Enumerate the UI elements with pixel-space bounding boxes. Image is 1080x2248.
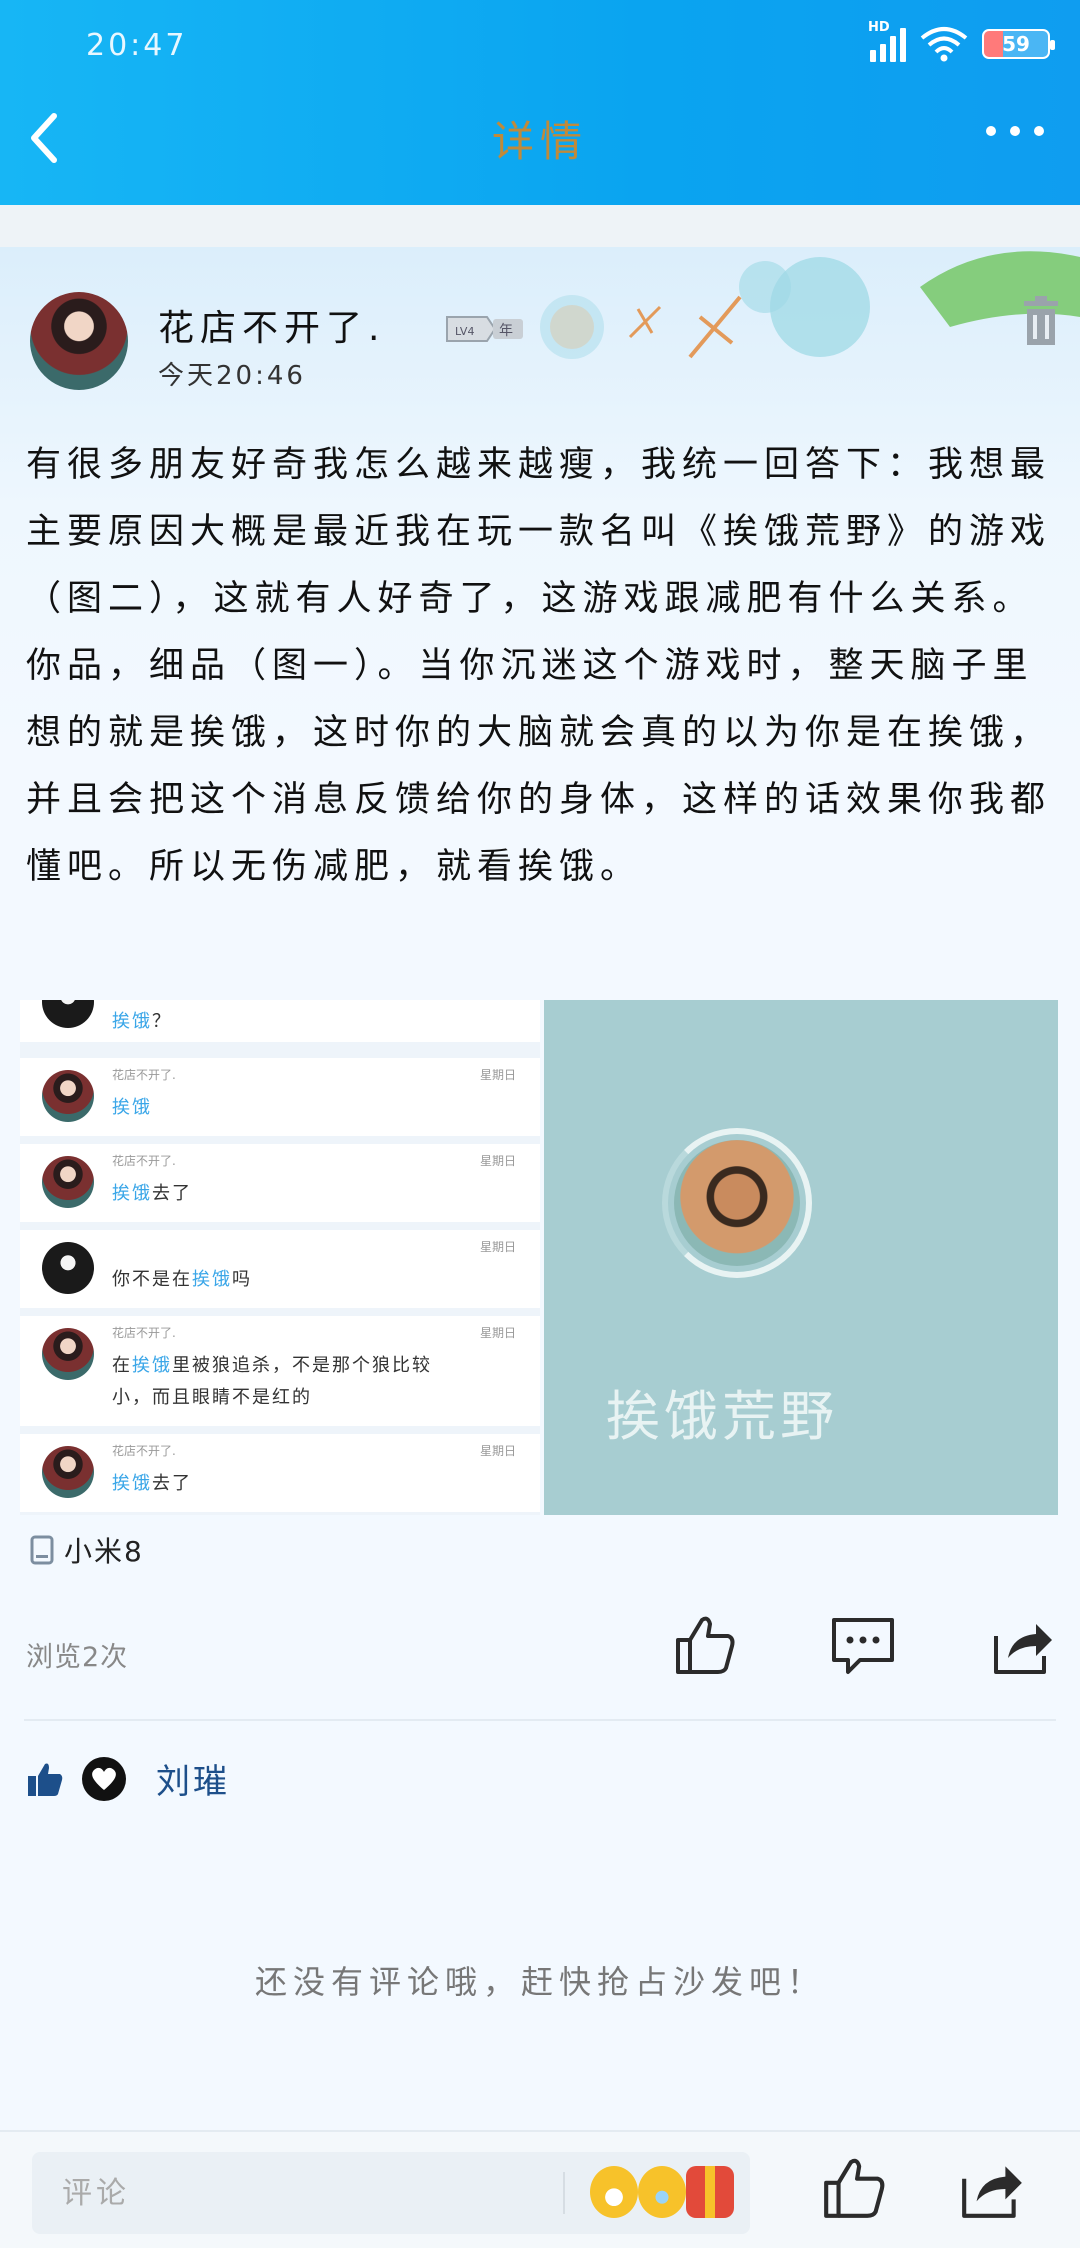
comment-button[interactable]	[830, 1612, 896, 1678]
chat-date: 星期日	[479, 1444, 516, 1458]
chat-date: 星期日	[479, 1240, 516, 1254]
chat-avatar	[42, 1070, 94, 1122]
top-bar: 20:47 HD 59 详情	[0, 0, 1080, 205]
share-button[interactable]	[990, 1612, 1056, 1678]
status-icons: HD 59	[868, 20, 1055, 62]
chat-text-suffix: 去了	[152, 1473, 192, 1494]
chat-text-suffix: 去了	[152, 1183, 192, 1204]
chat-text-suffix: ？	[152, 1011, 172, 1032]
wifi-icon	[920, 27, 968, 62]
chat-avatar	[42, 1000, 94, 1028]
phone-icon	[30, 1535, 54, 1565]
liker-avatar[interactable]	[82, 1756, 126, 1801]
chat-highlight: 挨饿	[112, 1097, 152, 1118]
network-type: HD	[868, 20, 890, 35]
gift-emoji-icon	[686, 2166, 734, 2218]
game-ring	[662, 1128, 812, 1278]
bottom-like-button[interactable]	[820, 2154, 888, 2222]
chat-highlight: 挨饿	[112, 1473, 152, 1494]
view-count: 浏览2次	[26, 1642, 129, 1673]
page-title: 详情	[491, 117, 588, 166]
level-suffix: 年	[499, 323, 513, 339]
chat-date: 星期日	[479, 1154, 516, 1168]
chat-highlight: 挨饿	[192, 1269, 232, 1290]
chat-highlight: 挨饿	[132, 1355, 172, 1376]
battery-icon: 59	[982, 29, 1055, 59]
chat-avatar	[42, 1156, 94, 1208]
chat-row: 花店不开了. 星期日 在挨饿里被狼追杀，不是那个狼比较 小，而且眼睛不是红的	[20, 1316, 540, 1426]
laugh-cry-emoji-icon	[638, 2166, 686, 2218]
level-text: LV4	[455, 325, 474, 338]
chat-highlight: 挨饿	[112, 1011, 152, 1032]
chat-row: 花店不开了. 星期日 挨饿	[20, 1058, 540, 1136]
chat-date: 星期日	[479, 1068, 516, 1082]
liker-name[interactable]: 刘璀	[156, 1754, 230, 1803]
like-icon	[28, 1763, 63, 1796]
author-avatar[interactable]	[30, 292, 128, 390]
separator-band	[0, 205, 1080, 247]
chat-avatar	[42, 1242, 94, 1294]
chat-row: 星期日 你不是在挨饿吗	[20, 1230, 540, 1308]
chat-meta: 花店不开了.	[112, 1326, 176, 1340]
chat-text-line2: 小，而且眼睛不是红的	[112, 1387, 312, 1408]
chat-meta: 花店不开了.	[112, 1154, 176, 1168]
grin-emoji-icon	[590, 2166, 638, 2218]
status-time: 20:47	[86, 28, 188, 63]
like-button[interactable]	[672, 1612, 738, 1678]
device-label: 小米8	[64, 1535, 144, 1568]
chat-meta: 花店不开了.	[112, 1444, 176, 1458]
empty-comments-text: 还没有评论哦，赶快抢占沙发吧！	[254, 1963, 825, 2001]
author-name[interactable]: 花店不开了.	[158, 299, 385, 351]
more-options-button[interactable]	[986, 126, 1044, 136]
emoji-button[interactable]	[590, 2166, 734, 2218]
game-title: 挨饿荒野	[606, 1385, 838, 1448]
input-divider	[563, 2172, 565, 2214]
chat-text-suffix: 吗	[232, 1269, 252, 1290]
bottom-bar	[0, 2130, 1080, 2248]
chat-text-prefix: 你不是在	[112, 1269, 192, 1290]
chat-highlight: 挨饿	[112, 1183, 152, 1204]
liked-by-row: 刘璀	[26, 1754, 230, 1803]
device-info: 小米8	[30, 1530, 144, 1570]
chat-avatar	[42, 1328, 94, 1380]
post-card: 花店不开了. LV4 年 今天20:46 有很多朋友好奇我怎么越来越瘦，我统一回…	[0, 247, 1080, 2127]
battery-level: 59	[1002, 32, 1030, 56]
chat-row: 花店不开了. 星期日 挨饿去了	[20, 1434, 540, 1512]
heart-icon	[92, 1767, 116, 1790]
chat-text-suffix: 里被狼追杀，不是那个狼比较	[172, 1355, 432, 1376]
chat-row: 挨饿？	[20, 1000, 540, 1042]
post-image-game[interactable]: 挨饿荒野	[544, 1000, 1058, 1515]
level-badge-icon: LV4 年	[446, 316, 523, 342]
divider	[24, 1719, 1056, 1721]
decoration-illustration	[540, 251, 1080, 359]
chat-date: 星期日	[479, 1326, 516, 1340]
post-time: 今天20:46	[158, 361, 306, 391]
signal-icon: HD	[868, 20, 906, 62]
delete-button[interactable]	[1020, 295, 1062, 347]
chat-text-prefix: 在	[112, 1355, 132, 1376]
chat-avatar	[42, 1446, 94, 1498]
chat-row: 花店不开了. 星期日 挨饿去了	[20, 1144, 540, 1222]
post-image-chat[interactable]: 挨饿？ 花店不开了. 星期日 挨饿 花店不开了. 星期日 挨饿去了 星期日 你不…	[20, 1000, 540, 1515]
bottom-share-button[interactable]	[958, 2154, 1026, 2222]
chat-meta: 花店不开了.	[112, 1068, 176, 1082]
post-body: 有很多朋友好奇我怎么越来越瘦，我统一回答下：我想最主要原因大概是最近我在玩一款名…	[26, 445, 1052, 887]
